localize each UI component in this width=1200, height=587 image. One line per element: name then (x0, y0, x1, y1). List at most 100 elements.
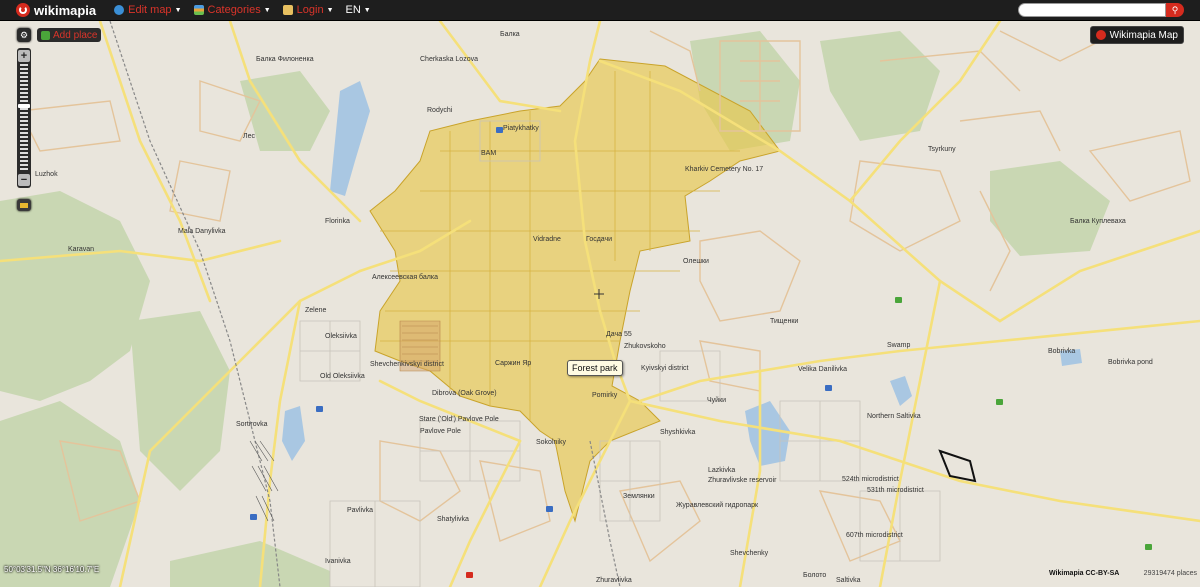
gear-icon: ⚙ (19, 29, 29, 40)
map-label: Shevchenkivskyi district (370, 361, 444, 368)
map-label: Алексеевская балка (372, 274, 438, 281)
park-icon[interactable] (895, 297, 902, 303)
add-place-button[interactable]: Add place (37, 28, 102, 42)
map-label: Землянки (623, 493, 655, 500)
map-label: Zhukovskoho (624, 343, 666, 350)
login-icon (282, 5, 293, 15)
map-label: Тищенки (770, 318, 799, 325)
map-label: 531th microdistrict (867, 487, 924, 494)
map-label: Shevchenky (730, 550, 769, 557)
wikimapia-logo[interactable]: wikimapia (16, 3, 96, 18)
building-icon[interactable] (546, 506, 553, 512)
search-box: ⚲ (1018, 3, 1184, 17)
map-label: Tsyrkuny (928, 146, 956, 153)
settings-button[interactable]: ⚙ (17, 28, 31, 42)
map-label: Журавлевский гидропарк (676, 502, 759, 509)
map-label: Oleksiivka (325, 333, 357, 340)
map-label: BAM (481, 150, 497, 157)
layers-button[interactable] (17, 199, 31, 211)
map-label: Bobrivka pond (1108, 359, 1153, 366)
map-label: Florinka (325, 218, 350, 225)
coordinates-readout: 50°03'31.5"N 36°16'10.7"E (4, 565, 100, 574)
map-label: Cherkaska Lozova (420, 56, 478, 63)
map-label: Rodychi (427, 107, 453, 114)
map-label: Lazkivka (708, 467, 736, 474)
chevron-down-icon: ▼ (363, 6, 371, 14)
map-label: Чуйки (707, 397, 727, 404)
map-label: Дача 55 (606, 331, 632, 338)
zoom-control: + − (17, 48, 31, 188)
language-menu[interactable]: EN ▼ (346, 4, 371, 16)
map-label: Лес (243, 133, 255, 140)
login-menu[interactable]: Login ▼ (282, 4, 334, 16)
map-label: Kyivskyi district (641, 365, 689, 372)
map-label: Балка (500, 31, 520, 38)
search-input[interactable] (1018, 3, 1166, 17)
zoom-in-button[interactable]: + (18, 50, 30, 62)
edit-map-label: Edit map (128, 4, 172, 16)
edit-map-menu[interactable]: Edit map ▼ (114, 4, 182, 16)
add-place-label: Add place (53, 29, 98, 41)
map-label: Sokolniky (536, 439, 566, 446)
map-label: 607th microdistrict (846, 532, 903, 539)
map-label: Болото (803, 572, 827, 579)
categories-label: Categories (207, 4, 261, 16)
wikimapia-logo-icon (16, 3, 30, 17)
copyright-notice[interactable]: Wikimapia CC-BY-SA (1049, 570, 1119, 577)
categories-menu[interactable]: Categories ▼ (193, 4, 271, 16)
map-label: Karavan (68, 246, 95, 253)
building-icon[interactable] (496, 127, 503, 133)
categories-icon (193, 5, 204, 15)
chevron-down-icon: ▼ (174, 6, 182, 14)
building-icon[interactable] (825, 385, 832, 391)
map-label: Old Oleksiivka (320, 373, 365, 380)
map-label: Velika Danilivka (798, 366, 848, 373)
map-label: Госдачи (586, 236, 613, 243)
login-label: Login (296, 4, 324, 16)
map-label: Pavlove Pole (420, 428, 461, 435)
zoom-out-button[interactable]: − (18, 174, 30, 186)
wikimapia-logo-icon (1095, 30, 1106, 40)
park-icon[interactable] (1145, 544, 1152, 550)
layers-icon (20, 202, 28, 208)
map-svg (0, 21, 1200, 587)
zoom-slider-thumb[interactable] (18, 103, 30, 108)
map-label: Zhuravlivka (596, 577, 632, 584)
map-label: Stare ('Old') Pavlove Pole (419, 416, 499, 423)
map-label: Kharkiv Cemetery No. 17 (685, 166, 764, 173)
building-icon[interactable] (316, 406, 323, 412)
map-label: Балка Филоненка (256, 56, 314, 63)
map-label: Luzhok (35, 171, 58, 178)
map-type-button[interactable]: Wikimapia Map (1089, 26, 1184, 44)
search-button[interactable]: ⚲ (1166, 3, 1184, 17)
place-tooltip: Forest park (567, 360, 623, 376)
map-label: Zelene (305, 307, 327, 314)
chevron-down-icon: ▼ (263, 6, 271, 14)
map-canvas[interactable]: Балка Филоненка Cherkaska Lozova Балка Rody… (0, 21, 1200, 587)
hospital-icon[interactable] (466, 572, 473, 578)
map-label: Dibrova (Oak Grove) (432, 390, 497, 397)
language-label: EN (345, 4, 361, 16)
map-type-label: Wikimapia Map (1109, 29, 1178, 41)
park-icon[interactable] (996, 399, 1003, 405)
search-icon: ⚲ (1171, 4, 1179, 15)
zoom-slider-track[interactable] (20, 64, 28, 172)
map-label: 524th microdistrict (842, 476, 899, 483)
map-label: Олешки (683, 258, 709, 265)
building-icon[interactable] (250, 514, 257, 520)
map-label: Pavlivka (347, 507, 374, 514)
map-label: Ivanivka (325, 558, 351, 565)
map-label: Bobrivka (1048, 348, 1076, 355)
map-label: Балка Куплеваха (1070, 218, 1126, 225)
chevron-down-icon: ▼ (326, 6, 334, 14)
map-label: Northern Saltivka (867, 413, 921, 420)
map-label: Saltivka (836, 577, 861, 584)
map-label: Mala Danylivka (178, 228, 226, 235)
globe-icon (114, 5, 125, 15)
top-navigation-bar: wikimapia Edit map ▼ Categories ▼ Login … (0, 0, 1200, 21)
add-place-icon (41, 30, 50, 40)
map-label: Pomirky (592, 392, 618, 399)
map-label: Shyshkivka (660, 429, 696, 436)
map-label: Swamp (887, 342, 911, 349)
places-counter: 29319474 places (1143, 570, 1197, 577)
